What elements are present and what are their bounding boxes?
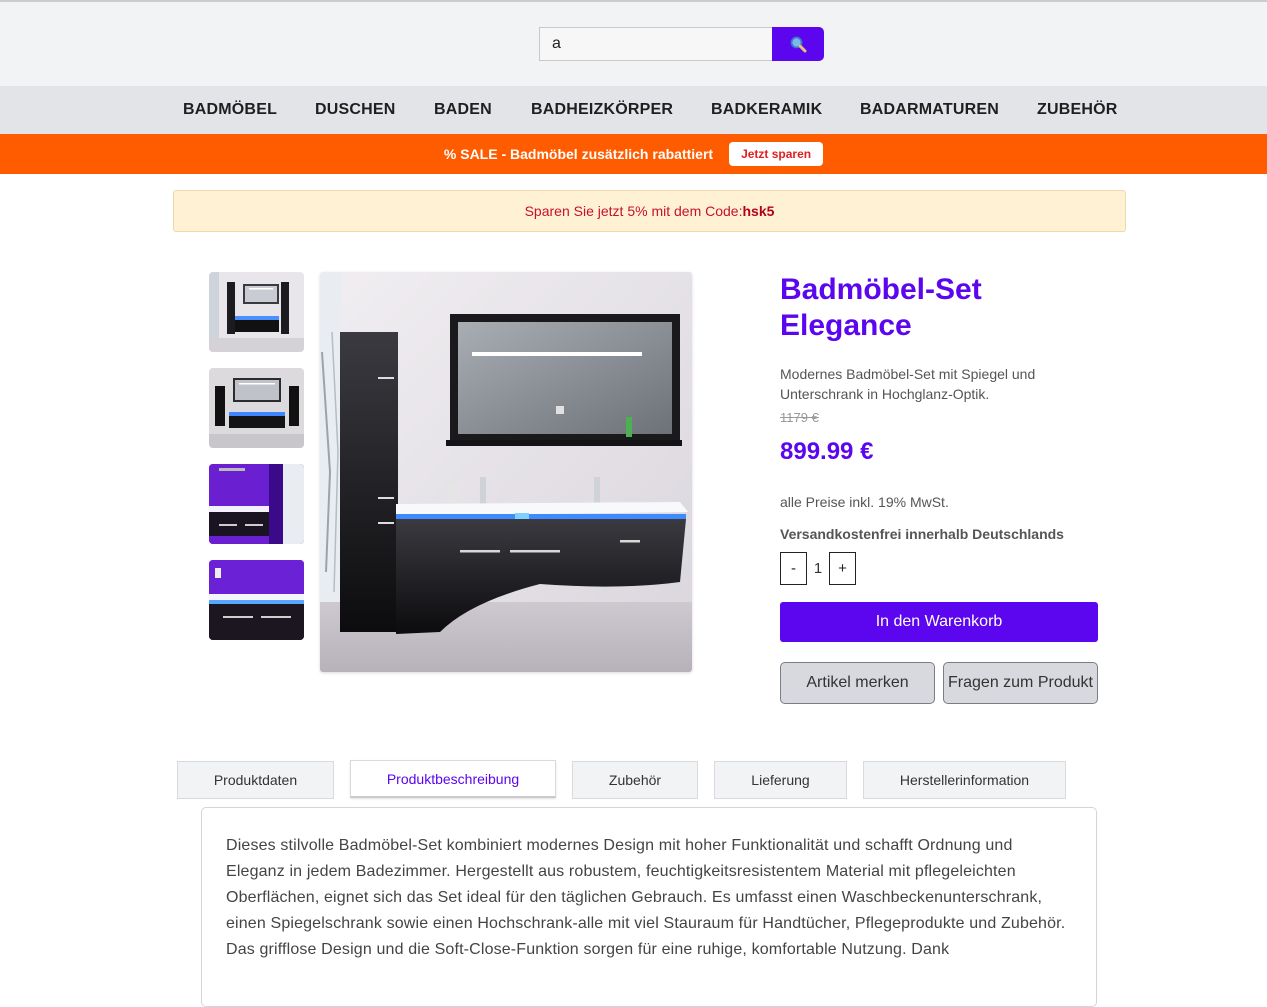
old-price: 1179 € <box>780 410 819 425</box>
product-main-image[interactable] <box>320 272 692 672</box>
thumbnail-image <box>209 464 304 544</box>
tab-lieferung[interactable]: Lieferung <box>714 761 847 799</box>
search-button[interactable] <box>772 27 824 61</box>
thumbnail-image <box>209 368 304 448</box>
nav-item-duschen[interactable]: DUSCHEN <box>315 101 396 119</box>
sale-banner-text: % SALE - Badmöbel zusätzlich rabattiert <box>443 146 714 162</box>
promo-code: hsk5 <box>742 203 775 219</box>
nav-item-badmoebel[interactable]: BADMÖBEL <box>183 101 277 119</box>
wishlist-button[interactable]: Artikel merken <box>780 662 935 704</box>
main-navigation: BADMÖBEL DUSCHEN BADEN BADHEIZKÖRPER BAD… <box>0 86 1267 134</box>
quantity-stepper: - 1 + <box>780 552 856 585</box>
tab-zubehoer[interactable]: Zubehör <box>572 761 698 799</box>
tab-produktbeschreibung[interactable]: Produktbeschreibung <box>350 760 556 798</box>
promo-code-notice: Sparen Sie jetzt 5% mit dem Code: hsk5 <box>173 190 1126 232</box>
search-icon <box>790 36 807 53</box>
quantity-increase-button[interactable]: + <box>829 552 856 585</box>
nav-item-badheizkoerper[interactable]: BADHEIZKÖRPER <box>531 101 673 119</box>
sale-banner: % SALE - Badmöbel zusätzlich rabattiert … <box>0 134 1267 174</box>
ask-question-button[interactable]: Fragen zum Produkt <box>943 662 1098 704</box>
product-short-description: Modernes Badmöbel-Set mit Spiegel und Un… <box>780 366 1036 402</box>
product-photo <box>320 272 692 672</box>
nav-item-badarmaturen[interactable]: BADARMATUREN <box>860 101 999 119</box>
tax-note: alle Preise inkl. 19% MwSt. <box>780 494 949 510</box>
thumbnail-image <box>209 272 304 352</box>
product-thumbnail-1[interactable] <box>209 272 304 352</box>
thumbnail-image <box>209 560 304 640</box>
search-input[interactable] <box>539 27 772 61</box>
site-header <box>0 2 1267 86</box>
quantity-value[interactable]: 1 <box>807 560 829 577</box>
search-bar <box>539 27 824 61</box>
save-now-button[interactable]: Jetzt sparen <box>729 142 824 166</box>
promo-text: Sparen Sie jetzt 5% mit dem Code: <box>524 203 743 219</box>
nav-item-baden[interactable]: BADEN <box>434 101 492 119</box>
nav-item-zubehoer[interactable]: ZUBEHÖR <box>1037 101 1118 119</box>
tab-herstellerinformation[interactable]: Herstellerinformation <box>863 761 1066 799</box>
product-thumbnail-4[interactable] <box>209 560 304 640</box>
quantity-decrease-button[interactable]: - <box>780 552 807 585</box>
add-to-cart-button[interactable]: In den Warenkorb <box>780 602 1098 642</box>
tab-produktdaten[interactable]: Produktdaten <box>177 761 334 799</box>
product-description-text: Dieses stilvolle Badmöbel-Set kombiniert… <box>226 837 1066 958</box>
shipping-note: Versandkostenfrei innerhalb Deutschlands <box>780 526 1064 542</box>
product-thumbnail-3[interactable] <box>209 464 304 544</box>
current-price: 899.99 € <box>780 438 874 465</box>
product-thumbnail-2[interactable] <box>209 368 304 448</box>
product-title: Badmöbel-Set Elegance <box>780 273 982 342</box>
tab-content-panel: Dieses stilvolle Badmöbel-Set kombiniert… <box>201 807 1097 1007</box>
nav-item-badkeramik[interactable]: BADKERAMIK <box>711 101 822 119</box>
